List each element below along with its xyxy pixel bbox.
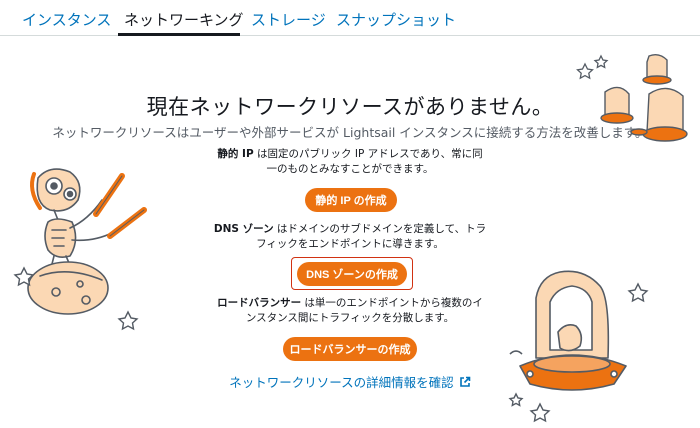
tab-storage[interactable]: ストレージ xyxy=(251,9,326,30)
robot-illustration xyxy=(13,168,147,331)
load-balancer-desc-line2: ンスタンス間にトラフィックを分散します。 xyxy=(245,312,455,324)
tab-networking[interactable]: ネットワーキング xyxy=(124,9,244,30)
static-ip-desc-line1: は固定のパブリック IP アドレスであり、常に同 xyxy=(253,148,483,160)
dns-zone-term: DNS ゾーン xyxy=(213,223,274,235)
tab-snapshots[interactable]: スナップショット xyxy=(336,9,456,30)
create-static-ip-button[interactable]: 静的 IP の作成 xyxy=(305,188,397,212)
dns-zone-desc-line2: フィックをエンドポイントに導きます。 xyxy=(256,238,444,250)
external-link-icon xyxy=(459,376,470,387)
load-balancer-description: ロードバランサー は単一のエンドポイントから複数のイ ンスタンス間にトラフィック… xyxy=(210,296,490,326)
dns-zone-desc-line1: はドメインのサブドメインを定義して、トラ xyxy=(273,223,487,235)
learn-more-link-label: ネットワークリソースの詳細情報を確認 xyxy=(229,375,454,390)
active-tab-indicator xyxy=(118,33,240,36)
small-helmets-illustration xyxy=(576,53,688,142)
static-ip-desc-line2: 一のものとみなすことができます。 xyxy=(266,163,434,175)
static-ip-term: 静的 IP xyxy=(217,148,254,160)
helmet-ship-illustration xyxy=(508,270,649,423)
create-load-balancer-button[interactable]: ロードバランサーの作成 xyxy=(283,337,417,361)
tab-instances[interactable]: インスタンス xyxy=(22,9,111,30)
load-balancer-desc-line1: は単一のエンドポイントから複数のイ xyxy=(301,297,483,309)
static-ip-description: 静的 IP は固定のパブリック IP アドレスであり、常に同 一のものとみなすこ… xyxy=(210,147,490,177)
create-dns-zone-button[interactable]: DNS ゾーンの作成 xyxy=(297,262,407,286)
dns-zone-description: DNS ゾーン はドメインのサブドメインを定義して、トラ フィックをエンドポイン… xyxy=(210,222,490,252)
tab-bar: インスタンス ネットワーキング ストレージ スナップショット xyxy=(0,0,700,36)
load-balancer-term: ロードバランサー xyxy=(217,297,302,309)
